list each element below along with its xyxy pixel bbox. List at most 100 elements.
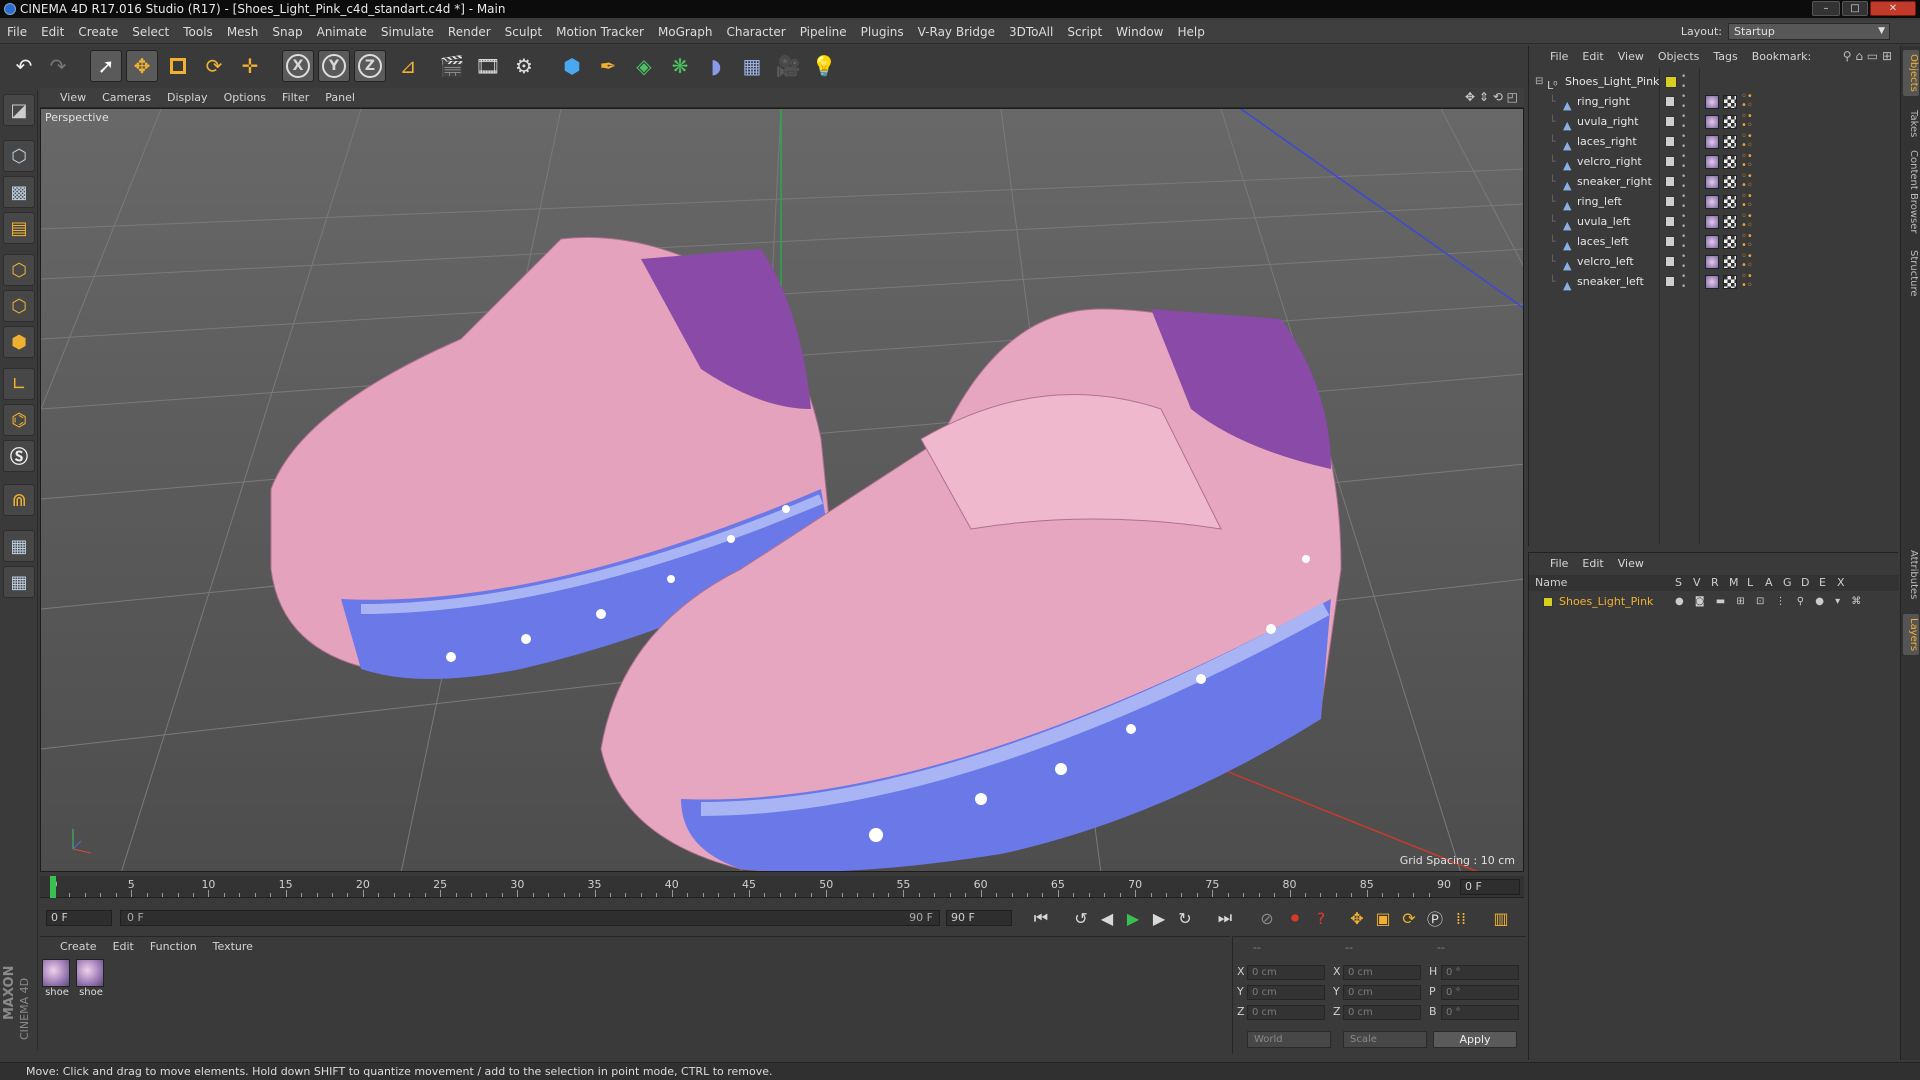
material-tag-icon[interactable] [1705,215,1719,229]
menu-plugins[interactable]: Plugins [854,20,911,44]
object-row[interactable]: └ ▲ uvula_left • • ◦• •◦ [1529,212,1899,233]
snap-button[interactable]: Ⓢ [3,440,35,472]
start-frame-field[interactable]: 0 F [46,910,112,926]
size-x-field[interactable]: 0 cm [1343,965,1421,980]
scale-tool-button[interactable] [162,50,194,82]
rotation-b-field[interactable]: 0 ° [1441,1005,1519,1020]
material-tag-icon[interactable] [1705,115,1719,129]
position-y-field[interactable]: 0 cm [1247,985,1325,1000]
menu-window[interactable]: Window [1109,20,1170,44]
add-floor-button[interactable]: ▦ [736,50,768,82]
add-light-button[interactable]: 💡 [808,50,840,82]
layer-menu-edit[interactable]: Edit [1575,553,1610,575]
visibility-dots[interactable]: • • [1681,92,1686,112]
object-row[interactable]: └ ▲ sneaker_left • • ◦• •◦ [1529,272,1899,293]
layer-toggle-icon[interactable] [1665,156,1675,167]
playhead[interactable] [50,876,56,898]
position-x-field[interactable]: 0 cm [1247,965,1325,980]
material-swatch[interactable]: shoe [42,959,72,998]
object-row[interactable]: └ ▲ uvula_right • • ◦• •◦ [1529,112,1899,133]
menu-vray-bridge[interactable]: V-Ray Bridge [911,20,1002,44]
object-row[interactable]: └ ▲ velcro_left • • ◦• •◦ [1529,252,1899,273]
rotation-p-field[interactable]: 0 ° [1441,985,1519,1000]
menu-mesh[interactable]: Mesh [220,20,266,44]
layer-toggle-icon[interactable] [1665,256,1675,267]
record-keys-button[interactable]: ⏺ [1282,905,1308,931]
menu-sculpt[interactable]: Sculpt [498,20,549,44]
play-button[interactable]: ▶ [1120,905,1146,931]
perspective-viewport[interactable]: Perspective Grid Spacing : 10 cm [40,108,1524,872]
menu-tools[interactable]: Tools [176,20,220,44]
add-deformer-button[interactable]: ◗ [700,50,732,82]
menu-file[interactable]: File [0,20,34,44]
menu-script[interactable]: Script [1060,20,1109,44]
uvw-tag-icon[interactable] [1723,115,1737,129]
object-row[interactable]: └ ▲ velcro_right • • ◦• •◦ [1529,152,1899,173]
viewport-nav-icons[interactable]: ✥ ⇕ ⟲ ◰ [1465,90,1518,104]
menu-animate[interactable]: Animate [310,20,374,44]
layer-toggle-icon[interactable] [1665,176,1675,187]
material-swatch[interactable]: shoe [76,959,106,998]
tab-attributes[interactable]: Attributes [1903,546,1919,603]
uvw-tag-icon[interactable] [1723,95,1737,109]
material-tag-icon[interactable] [1705,155,1719,169]
uvw-tag-icon[interactable] [1723,255,1737,269]
viewport-menu-panel[interactable]: Panel [317,88,363,108]
menu-motion-tracker[interactable]: Motion Tracker [549,20,651,44]
layer-toggle-icon[interactable] [1665,136,1675,147]
viewport-menu-options[interactable]: Options [216,88,274,108]
phong-tag-icon[interactable]: ◦• •◦ [1741,152,1753,171]
visibility-dots[interactable]: • • [1681,272,1686,292]
tab-takes[interactable]: Takes [1903,106,1919,141]
frame-range-slider[interactable]: 0 F 90 F [120,910,940,926]
layer-toggle-icon[interactable] [1665,276,1675,287]
uvw-tag-icon[interactable] [1723,275,1737,289]
size-mode-dropdown[interactable]: Scale [1343,1031,1427,1048]
rotate-tool-button[interactable]: ⟳ [198,50,230,82]
phong-tag-icon[interactable]: ◦• •◦ [1741,92,1753,111]
object-row[interactable]: └ ▲ ring_left • • ◦• •◦ [1529,192,1899,213]
phong-tag-icon[interactable]: ◦• •◦ [1741,212,1753,231]
next-key-button[interactable]: ↻ [1172,905,1198,931]
collapse-icon[interactable]: ⊟ [1535,72,1543,92]
layer-toggle-icon[interactable] [1665,236,1675,247]
uvw-tag-icon[interactable] [1723,175,1737,189]
rotation-h-field[interactable]: 0 ° [1441,965,1519,980]
layer-toggle-icon[interactable] [1665,216,1675,227]
visibility-dots[interactable]: • • [1681,232,1686,252]
minimize-button[interactable]: – [1812,1,1840,16]
model-mode-button[interactable]: ⬡ [3,140,35,172]
menu-create[interactable]: Create [71,20,125,44]
visibility-dots[interactable]: • • [1681,132,1686,152]
menu-snap[interactable]: Snap [265,20,309,44]
layer-toggle-icon[interactable] [1665,96,1675,107]
add-camera-button[interactable]: 🎥 [772,50,804,82]
visibility-dots[interactable]: • • [1681,72,1686,92]
tab-content-browser[interactable]: Content Browser [1903,146,1919,237]
viewport-menu-filter[interactable]: Filter [274,88,317,108]
previous-key-button[interactable]: ↺ [1068,905,1094,931]
object-row-root[interactable]: ⊟ L⁰ Shoes_Light_Pink • • [1529,72,1899,92]
object-menu-edit[interactable]: Edit [1575,46,1610,68]
z-axis-lock-button[interactable]: Z [354,50,386,82]
key-parameter-button[interactable]: Ⓟ [1422,905,1448,931]
layer-toggle-icons[interactable]: ● ◙ ▬ ⊞ ⊡ ⋮ ⚲ ● ▾ ⌘ [1675,593,1865,611]
layer-menu-file[interactable]: File [1543,553,1575,575]
viewport-menu-display[interactable]: Display [159,88,216,108]
tab-structure[interactable]: Structure [1903,246,1919,301]
layer-color-swatch[interactable] [1665,76,1677,88]
menu-simulate[interactable]: Simulate [374,20,441,44]
object-row[interactable]: └ ▲ sneaker_right • • ◦• •◦ [1529,172,1899,193]
uvw-tag-icon[interactable] [1723,215,1737,229]
material-menu-edit[interactable]: Edit [105,937,142,957]
object-menu-objects[interactable]: Objects [1651,46,1707,68]
phong-tag-icon[interactable]: ◦• •◦ [1741,192,1753,211]
size-y-field[interactable]: 0 cm [1343,985,1421,1000]
x-axis-lock-button[interactable]: X [282,50,314,82]
uvw-tag-icon[interactable] [1723,135,1737,149]
autokey-button[interactable]: ? [1308,905,1334,931]
add-nurbs-button[interactable]: ◈ [628,50,660,82]
object-menu-tags[interactable]: Tags [1706,46,1744,68]
coordinate-space-dropdown[interactable]: World [1247,1031,1331,1048]
move-tool-button[interactable]: ✥ [126,50,158,82]
